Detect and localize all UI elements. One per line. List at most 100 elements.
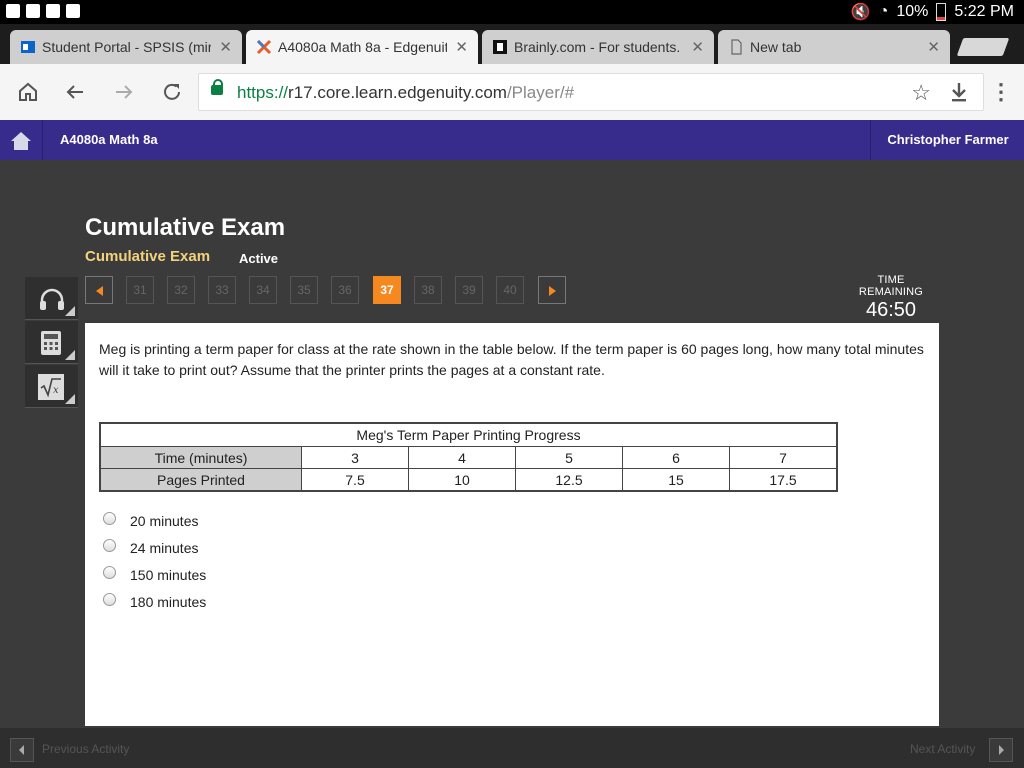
audio-tool-button[interactable]: [25, 277, 78, 320]
radio-button[interactable]: [103, 538, 116, 552]
download-icon[interactable]: [949, 81, 969, 103]
table-cell: 7.5: [301, 468, 409, 492]
table-cell: 3: [301, 446, 409, 469]
table-cell: 12.5: [515, 468, 623, 492]
question-34-button[interactable]: 34: [249, 276, 277, 304]
next-activity-label[interactable]: Next Activity: [910, 742, 975, 756]
svg-text:x: x: [53, 385, 59, 396]
course-home-button[interactable]: [0, 120, 43, 160]
time-remaining: TIME REMAINING 46:50: [846, 274, 936, 322]
bookmark-star-icon[interactable]: ☆: [911, 80, 931, 106]
choice-label: 20 minutes: [130, 513, 199, 529]
voicemail-icon: [66, 4, 80, 18]
formula-tool-button[interactable]: x: [25, 365, 78, 408]
next-question-button[interactable]: [538, 276, 566, 304]
notification-icon: [6, 4, 20, 18]
browser-toolbar: https://r17.core.learn.edgenuity.com/Pla…: [0, 64, 1024, 121]
row-header: Pages Printed: [99, 468, 302, 492]
answer-choice-b[interactable]: 24 minutes: [103, 538, 198, 558]
next-activity-button[interactable]: [989, 738, 1013, 762]
activity-navigation-bar: Previous Activity Next Activity: [0, 728, 1024, 768]
tab-title: Student Portal - SPSIS (miru: [42, 39, 212, 55]
battery-percent: 10%: [896, 3, 929, 20]
choice-label: 180 minutes: [130, 594, 207, 610]
table-cell: 10: [408, 468, 516, 492]
close-tab-icon[interactable]: ✕: [455, 38, 468, 56]
choice-label: 150 minutes: [130, 567, 207, 583]
question-32-button[interactable]: 32: [167, 276, 195, 304]
data-table: Meg's Term Paper Printing Progress Time …: [99, 422, 838, 492]
table-cell: 4: [408, 446, 516, 469]
radio-button[interactable]: [103, 565, 116, 579]
tab-title: Brainly.com - For students.: [514, 39, 681, 55]
clock: 5:22 PM: [954, 3, 1014, 20]
tools-sidebar: x: [25, 277, 78, 409]
tab-edgenuity[interactable]: A4080a Math 8a - Edgenuity ✕: [246, 30, 478, 64]
address-bar[interactable]: https://r17.core.learn.edgenuity.com/Pla…: [198, 73, 984, 111]
reload-icon[interactable]: [160, 80, 184, 104]
table-cell: 5: [515, 446, 623, 469]
radio-button[interactable]: [103, 592, 116, 606]
image-notification-icon: [46, 4, 60, 18]
calculator-tool-button[interactable]: [25, 321, 78, 364]
forward-arrow-icon[interactable]: [112, 80, 136, 104]
battery-icon: [936, 3, 947, 21]
tab-student-portal[interactable]: Student Portal - SPSIS (miru ✕: [10, 30, 242, 64]
activity-status: Active: [239, 251, 279, 266]
previous-question-button[interactable]: [85, 276, 113, 304]
question-38-button[interactable]: 38: [414, 276, 442, 304]
question-39-button[interactable]: 39: [455, 276, 483, 304]
square-root-icon: x: [38, 374, 64, 400]
question-31-button[interactable]: 31: [126, 276, 154, 304]
question-37-button-current[interactable]: 37: [373, 276, 401, 304]
answer-choice-c[interactable]: 150 minutes: [103, 565, 206, 585]
headphones-icon: [40, 288, 64, 310]
question-36-button[interactable]: 36: [331, 276, 359, 304]
left-triangle-icon: [19, 745, 24, 755]
overflow-menu-icon[interactable]: ⋮: [990, 81, 1012, 106]
mute-icon: 🔇: [850, 4, 871, 21]
previous-activity-button[interactable]: [10, 738, 34, 762]
course-title: A4080a Math 8a: [60, 132, 158, 147]
android-status-bar: 🔇 ◔ 10% 5:22 PM: [0, 0, 1024, 24]
course-header: A4080a Math 8a Christopher Farmer: [0, 120, 1024, 160]
table-cell: 15: [622, 468, 730, 492]
previous-activity-label[interactable]: Previous Activity: [42, 742, 129, 756]
close-tab-icon[interactable]: ✕: [691, 38, 704, 56]
question-40-button[interactable]: 40: [496, 276, 524, 304]
app-notification-icon: [26, 4, 40, 18]
calculator-icon: [41, 331, 61, 355]
user-name[interactable]: Christopher Farmer: [870, 120, 1024, 160]
browser-tab-strip: Student Portal - SPSIS (miru ✕ A4080a Ma…: [0, 24, 1024, 64]
question-35-button[interactable]: 35: [290, 276, 318, 304]
tab-new-tab[interactable]: New tab ✕: [718, 30, 950, 64]
time-remaining-value: 46:50: [865, 299, 917, 321]
table-cell: 17.5: [729, 468, 838, 492]
brainly-favicon-icon: [493, 40, 507, 54]
right-triangle-icon: [999, 745, 1004, 755]
close-tab-icon[interactable]: ✕: [927, 38, 940, 56]
tab-title: New tab: [750, 39, 802, 55]
home-icon[interactable]: [16, 80, 40, 104]
house-icon: [11, 132, 31, 150]
outlook-favicon-icon: [21, 41, 35, 53]
choice-label: 24 minutes: [130, 540, 199, 556]
close-tab-icon[interactable]: ✕: [219, 38, 232, 56]
back-arrow-icon[interactable]: [63, 80, 87, 104]
table-row: Time (minutes) 3 4 5 6 7: [99, 446, 838, 469]
radio-button[interactable]: [103, 511, 116, 525]
answer-choice-a[interactable]: 20 minutes: [103, 511, 198, 531]
question-33-button[interactable]: 33: [208, 276, 236, 304]
time-remaining-label: TIME REMAINING: [858, 274, 924, 298]
answer-choice-d[interactable]: 180 minutes: [103, 592, 206, 612]
tab-brainly[interactable]: Brainly.com - For students. ✕: [482, 30, 714, 64]
page-favicon-icon: [731, 39, 742, 55]
url-text[interactable]: https://r17.core.learn.edgenuity.com/Pla…: [237, 83, 574, 103]
secure-lock-icon: [211, 79, 223, 95]
question-text: Meg is printing a term paper for class a…: [99, 341, 924, 378]
wifi-icon: ◔: [878, 3, 889, 20]
table-row: Pages Printed 7.5 10 12.5 15 17.5: [99, 468, 838, 492]
left-arrow-icon: [95, 285, 103, 296]
table-cell: 7: [729, 446, 838, 469]
new-tab-button[interactable]: [956, 38, 1010, 56]
